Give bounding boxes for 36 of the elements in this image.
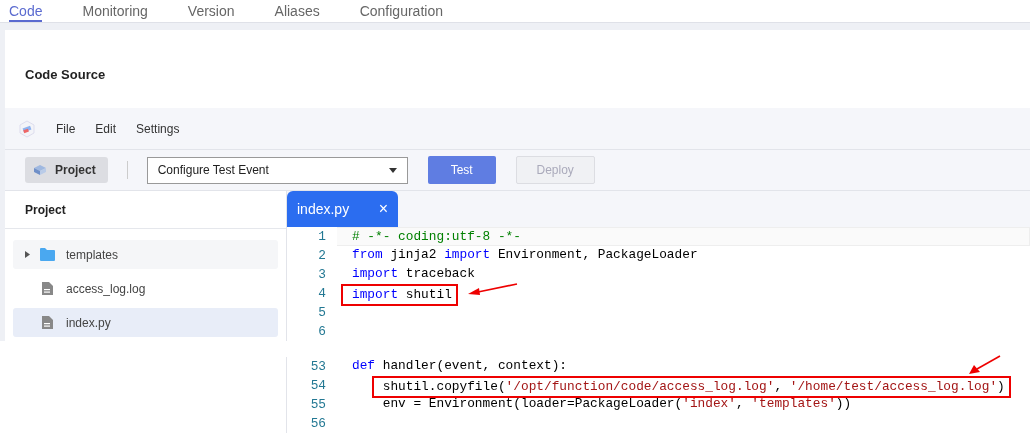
- tab[interactable]: Monitoring: [82, 0, 148, 22]
- tab[interactable]: Aliases: [274, 0, 320, 22]
- tab-label: index.py: [297, 201, 350, 217]
- line-number: 2: [317, 248, 327, 263]
- line-number: 53: [309, 359, 327, 374]
- line-number: 3: [317, 267, 327, 282]
- code-line: def handler(event, context):: [352, 358, 568, 373]
- tab[interactable]: Version: [187, 0, 235, 22]
- code-line: # -*- coding:utf-8 -*-: [352, 229, 521, 244]
- tree-item[interactable]: templates: [13, 240, 278, 269]
- section-title: Code Source: [25, 67, 106, 82]
- line-number: 1: [317, 229, 327, 244]
- test-button[interactable]: Test: [427, 156, 496, 184]
- code-line: import traceback: [352, 266, 475, 281]
- tab[interactable]: Configuration: [359, 0, 443, 22]
- line-number: 6: [317, 324, 327, 339]
- code-line: shutil.copyfile('/opt/function/code/access_log.log', '/home/test/access_log.log'): [382, 379, 1005, 394]
- line-number: 5: [317, 305, 327, 320]
- line-number: 54: [309, 378, 327, 393]
- tree-item[interactable]: access_log.log: [13, 274, 278, 303]
- tree-item[interactable]: index.py: [13, 308, 278, 337]
- code-line: from jinja2 import Environment, PackageLoader: [352, 247, 698, 262]
- line-number: 55: [309, 397, 327, 412]
- line-number: 56: [309, 416, 327, 431]
- panel-title: Project: [25, 202, 66, 217]
- menu-item[interactable]: Edit: [95, 121, 117, 136]
- editor-tab[interactable]: index.py ×: [287, 191, 398, 227]
- line-number: 4: [317, 286, 327, 301]
- menu-item[interactable]: Settings: [136, 121, 180, 136]
- code-line: import shutil: [352, 287, 452, 302]
- menu-item[interactable]: File: [56, 121, 76, 136]
- code-line: env = Environment(loader=PackageLoader('index', 'templates')): [382, 396, 852, 411]
- select-value: Configure Test Event: [157, 163, 269, 177]
- close-icon[interactable]: ×: [378, 200, 388, 218]
- event-select[interactable]: Configure Test Event: [146, 156, 408, 184]
- project-button[interactable]: Project: [25, 157, 108, 183]
